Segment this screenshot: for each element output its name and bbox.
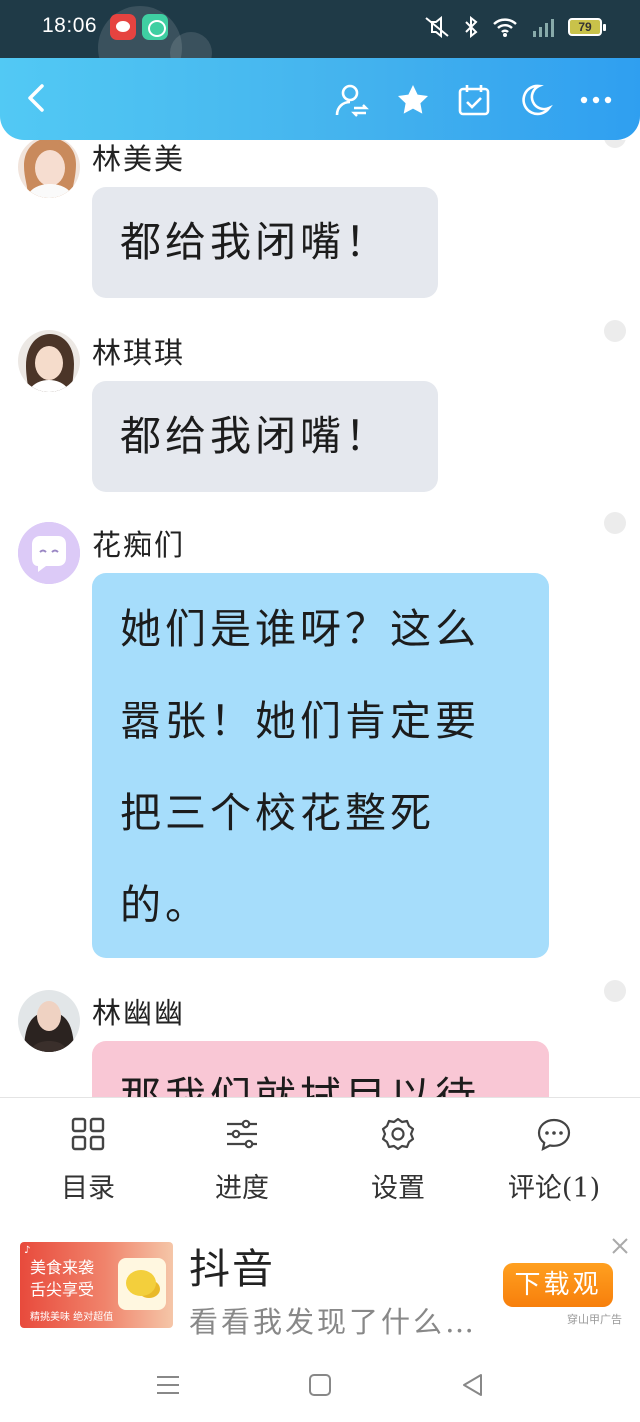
- ad-title[interactable]: 抖音: [189, 1235, 275, 1295]
- read-indicator: [604, 140, 626, 148]
- message-line: 嚣张！她们肯定要: [120, 697, 480, 745]
- sender-name: 林琪琪: [92, 336, 186, 370]
- reader-header: [0, 58, 640, 140]
- ad-source-label: 穿山甲广告: [567, 1313, 622, 1326]
- calendar-check-icon[interactable]: [456, 82, 492, 118]
- menu-label: 目录: [61, 1173, 115, 1204]
- system-nav-bar: [0, 1349, 640, 1422]
- message-line: 那我们就拭目以待: [120, 1073, 480, 1097]
- menu-settings-button[interactable]: 设置: [338, 1116, 458, 1205]
- avatar[interactable]: [18, 522, 80, 584]
- read-indicator: [604, 980, 626, 1002]
- ad-download-button[interactable]: 下载观: [503, 1263, 613, 1307]
- progress-sliders-icon: [227, 1119, 257, 1149]
- battery-icon: 79: [568, 18, 606, 36]
- read-indicator: [604, 512, 626, 534]
- avatar[interactable]: [18, 990, 80, 1052]
- wifi-icon: [493, 18, 517, 37]
- catalog-grid-icon: [71, 1117, 105, 1151]
- moon-icon[interactable]: [517, 82, 553, 118]
- message-bubble[interactable]: 她们是谁呀？这么 嚣张！她们肯定要 把三个校花整死 的。: [92, 573, 549, 958]
- weibo-icon: [110, 14, 136, 40]
- settings-gear-icon: [381, 1117, 415, 1151]
- read-indicator: [604, 320, 626, 342]
- ad-thumb-line: 美食来袭: [30, 1258, 95, 1277]
- back-arrow-icon[interactable]: [20, 80, 56, 116]
- more-dots-icon[interactable]: [578, 82, 614, 118]
- lemon-image: [118, 1258, 166, 1310]
- message-bubble[interactable]: 那我们就拭目以待: [92, 1041, 549, 1097]
- menu-lines-icon[interactable]: [154, 1371, 182, 1399]
- message-line: 的。: [120, 881, 210, 929]
- sender-name: 花痴们: [92, 528, 186, 562]
- close-icon[interactable]: [609, 1235, 631, 1257]
- avatar[interactable]: [18, 330, 80, 392]
- bluetooth-icon: [465, 16, 478, 38]
- message-line: 把三个校花整死: [120, 789, 435, 837]
- back-triangle-icon[interactable]: [459, 1371, 487, 1399]
- mute-icon: [425, 16, 449, 38]
- status-bar: 18:06 79: [0, 0, 640, 90]
- menu-label: 评论(1): [507, 1173, 601, 1204]
- comment-bubble-icon: [537, 1118, 571, 1152]
- home-square-icon[interactable]: [306, 1371, 334, 1399]
- reader-menu-bar: 目录 进度 设置 评论(1): [0, 1097, 640, 1219]
- ad-thumbnail[interactable]: ♪ 美食来袭 舌尖享受 精挑美味 绝对超值: [20, 1242, 173, 1328]
- status-time: 18:06: [42, 14, 98, 37]
- sender-name: 林幽幽: [92, 996, 186, 1030]
- menu-comments-button[interactable]: 评论(1): [494, 1116, 614, 1205]
- signal-icon: [533, 19, 554, 37]
- menu-progress-button[interactable]: 进度: [182, 1116, 302, 1205]
- chat-app-icon: [142, 14, 168, 40]
- star-icon[interactable]: [395, 82, 431, 118]
- ad-banner[interactable]: ♪ 美食来袭 舌尖享受 精挑美味 绝对超值 抖音 看看我发现了什么… 下载观 穿…: [0, 1219, 640, 1349]
- avatar[interactable]: [18, 140, 80, 198]
- ad-thumb-line: 精挑美味 绝对超值: [30, 1312, 114, 1323]
- menu-label: 进度: [215, 1173, 269, 1204]
- message-line: 她们是谁呀？这么: [120, 605, 480, 653]
- ad-description[interactable]: 看看我发现了什么…: [189, 1299, 477, 1341]
- sender-name: 林美美: [92, 142, 186, 176]
- message-bubble[interactable]: 都给我闭嘴！: [92, 187, 438, 298]
- ad-thumb-line: 舌尖享受: [30, 1280, 95, 1299]
- message-bubble[interactable]: 都给我闭嘴！: [92, 381, 438, 492]
- chat-area[interactable]: 林美美 都给我闭嘴！ 林琪琪 都给我闭嘴！ 花痴们 她们是谁呀？这么 嚣张！她们…: [0, 140, 640, 1097]
- menu-catalog-button[interactable]: 目录: [28, 1116, 148, 1205]
- character-switch-icon[interactable]: [334, 82, 370, 118]
- menu-label: 设置: [371, 1173, 425, 1204]
